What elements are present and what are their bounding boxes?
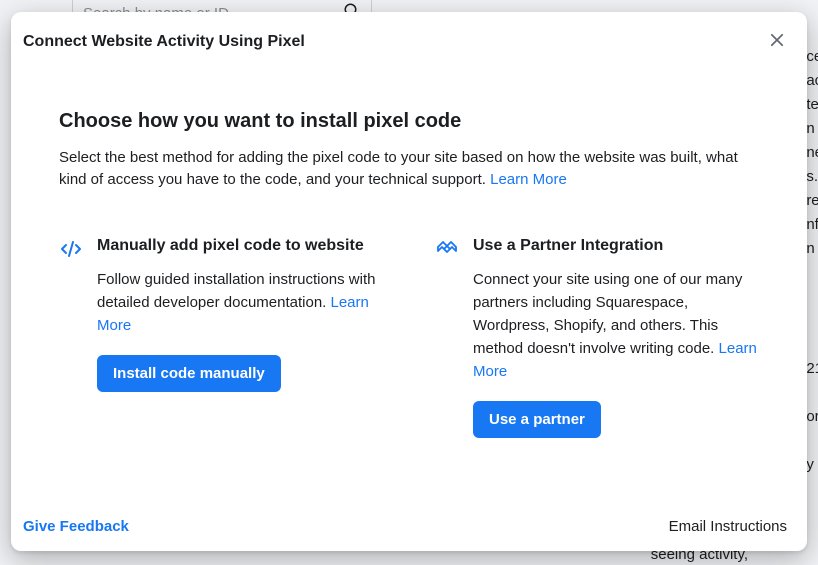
- description-text: Select the best method for adding the pi…: [59, 149, 738, 188]
- option-manual: Manually add pixel code to website Follo…: [59, 235, 383, 438]
- handshake-icon: [435, 237, 459, 261]
- option-partner-title: Use a Partner Integration: [473, 235, 759, 257]
- modal-header: Connect Website Activity Using Pixel: [11, 12, 807, 64]
- option-manual-title: Manually add pixel code to website: [97, 235, 383, 257]
- modal-title: Connect Website Activity Using Pixel: [23, 33, 305, 51]
- modal-footer: Give Feedback Email Instructions: [11, 502, 807, 551]
- give-feedback-link[interactable]: Give Feedback: [23, 518, 129, 535]
- use-partner-button[interactable]: Use a partner: [473, 401, 601, 438]
- close-icon: [768, 31, 786, 54]
- option-manual-description: Follow guided installation instructions …: [97, 268, 383, 337]
- learn-more-link[interactable]: Learn More: [490, 171, 567, 188]
- option-partner-description: Connect your site using one of our many …: [473, 268, 759, 383]
- backdrop-right-text: ce ac te n ne s. re nf n 21 or y: [806, 45, 818, 477]
- section-description: Select the best method for adding the pi…: [59, 147, 759, 191]
- section-heading: Choose how you want to install pixel cod…: [59, 110, 759, 133]
- option-partner: Use a Partner Integration Connect your s…: [435, 235, 759, 438]
- install-manually-button[interactable]: Install code manually: [97, 355, 281, 392]
- options-container: Manually add pixel code to website Follo…: [59, 235, 759, 438]
- email-instructions-link[interactable]: Email Instructions: [669, 518, 787, 535]
- option-manual-content: Manually add pixel code to website Follo…: [97, 235, 383, 438]
- modal-body: Choose how you want to install pixel cod…: [11, 64, 807, 502]
- option-partner-content: Use a Partner Integration Connect your s…: [473, 235, 759, 438]
- option-partner-desc-text: Connect your site using one of our many …: [473, 271, 742, 357]
- code-icon: [59, 237, 83, 261]
- close-button[interactable]: [761, 26, 793, 58]
- modal-dialog: Connect Website Activity Using Pixel Cho…: [11, 12, 807, 551]
